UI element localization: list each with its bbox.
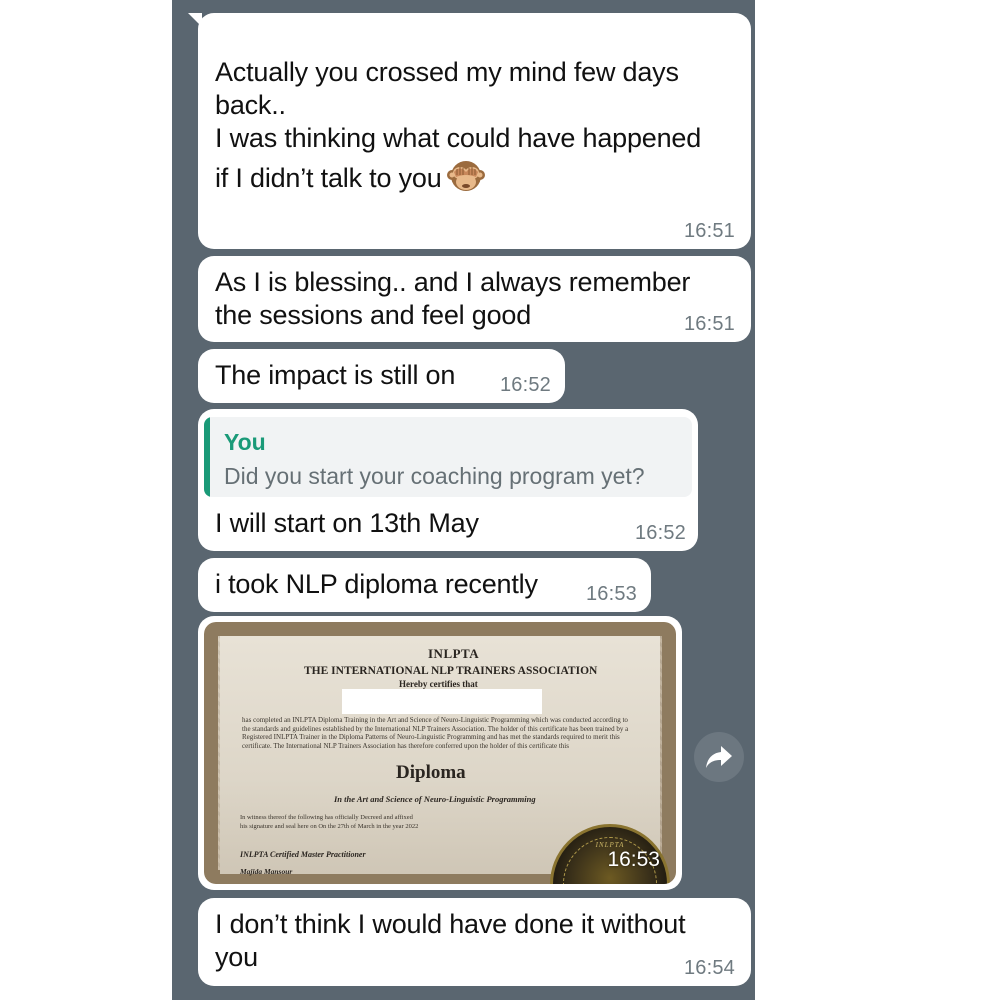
message-text: The impact is still on: [215, 360, 456, 390]
message-time: 16:52: [499, 374, 551, 396]
page: Actually you crossed my mind few days ba…: [0, 0, 1000, 1000]
message-bubble[interactable]: I don’t think I would have done it witho…: [198, 898, 751, 986]
message-time: 16:53: [607, 848, 660, 871]
quote-accent-bar: [204, 417, 210, 497]
see-no-evil-monkey-icon: [446, 161, 485, 191]
message-text: As I is blessing.. and I always remember…: [215, 267, 691, 330]
certificate-paper: INLPTA THE INTERNATIONAL NLP TRAINERS AS…: [220, 636, 670, 884]
certificate-witness: In witness thereof the following has off…: [240, 814, 419, 830]
message-time: 16:53: [585, 583, 637, 605]
message-bubble[interactable]: You Did you start your coaching program …: [198, 409, 698, 551]
message-time: 16:51: [683, 220, 735, 242]
message-time: 16:52: [634, 522, 686, 544]
message-bubble[interactable]: i took NLP diploma recently 16:53: [198, 558, 651, 612]
redacted-name: [342, 689, 542, 714]
quote-text: Did you start your coaching program yet?: [224, 463, 645, 489]
message-text: I don’t think I would have done it witho…: [215, 909, 686, 972]
message-bubble[interactable]: Actually you crossed my mind few days ba…: [188, 13, 751, 249]
certificate-image[interactable]: INLPTA THE INTERNATIONAL NLP TRAINERS AS…: [204, 622, 676, 884]
message-time: 16:54: [683, 957, 735, 979]
quote-author: You: [224, 429, 266, 455]
chat-panel[interactable]: Actually you crossed my mind few days ba…: [172, 0, 755, 1000]
message-bubble[interactable]: As I is blessing.. and I always remember…: [198, 256, 751, 342]
certificate-subject: In the Art and Science of Neuro-Linguist…: [334, 794, 536, 804]
bubble-tail: [188, 13, 202, 27]
image-message[interactable]: INLPTA THE INTERNATIONAL NLP TRAINERS AS…: [198, 616, 682, 890]
message-time: 16:51: [683, 313, 735, 335]
certificate-signer-title: INLPTA Certified Master Practitioner: [240, 850, 366, 859]
certificate-body: has completed an INLPTA Diploma Training…: [242, 716, 629, 750]
certificate-certifies: Hereby certifies that: [399, 679, 478, 689]
message-bubble[interactable]: The impact is still on 16:52: [198, 349, 565, 403]
quoted-message[interactable]: You Did you start your coaching program …: [204, 417, 692, 497]
certificate-diploma: Diploma: [396, 762, 466, 783]
forward-button[interactable]: [694, 732, 744, 782]
message-text: Actually you crossed my mind few days ba…: [215, 57, 702, 193]
certificate-title: INLPTA: [428, 646, 480, 661]
message-text: i took NLP diploma recently: [215, 569, 538, 599]
forward-arrow-icon: [706, 746, 732, 768]
certificate-signer-name: Majida Mansour: [240, 867, 293, 876]
certificate-organization: THE INTERNATIONAL NLP TRAINERS ASSOCIATI…: [304, 665, 598, 677]
message-text: I will start on 13th May: [215, 508, 479, 538]
